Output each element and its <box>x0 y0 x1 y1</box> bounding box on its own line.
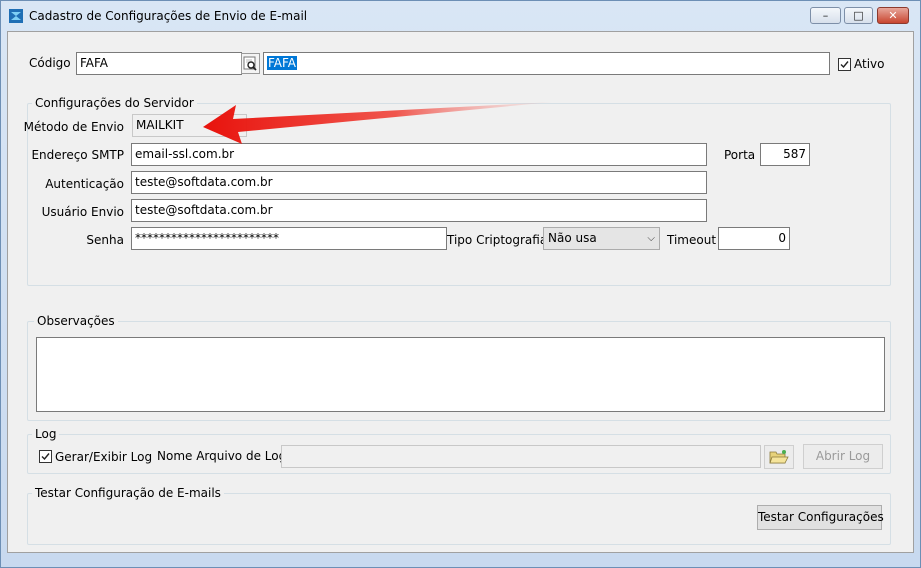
form-client-area: Código FAFA FAFA Ativo Configurações do … <box>7 31 914 553</box>
descricao-input[interactable]: FAFA <box>263 52 830 75</box>
search-codigo-button[interactable] <box>241 53 260 74</box>
magnifier-icon <box>243 56 257 71</box>
servidor-group-title: Configurações do Servidor <box>32 96 197 110</box>
timeout-input[interactable]: 0 <box>718 227 790 250</box>
observacoes-textarea[interactable] <box>36 337 885 412</box>
browse-log-button[interactable] <box>764 445 794 469</box>
usuario-envio-label: Usuário Envio <box>41 205 124 219</box>
codigo-input[interactable]: FAFA <box>76 52 242 75</box>
gerar-log-label: Gerar/Exibir Log <box>55 450 153 464</box>
email-config-window: Cadastro de Configurações de Envio de E-… <box>0 0 921 568</box>
testar-configuracoes-button[interactable]: Testar Configurações <box>757 505 884 530</box>
senha-label: Senha <box>86 233 124 247</box>
usuario-envio-input[interactable]: teste@softdata.com.br <box>131 199 707 222</box>
criptografia-select[interactable]: Não usa ⌵ <box>543 227 660 250</box>
arquivo-log-input[interactable] <box>281 445 761 468</box>
minimize-icon: – <box>822 9 829 22</box>
app-logo-icon <box>9 9 23 23</box>
porta-label: Porta <box>724 148 756 162</box>
ativo-label: Ativo <box>854 57 885 71</box>
close-icon: ✕ <box>888 9 898 22</box>
criptografia-value: Não usa <box>548 231 597 245</box>
folder-open-icon <box>769 450 789 464</box>
gerar-log-checkbox[interactable] <box>39 450 52 463</box>
maximize-button[interactable]: □ <box>844 7 873 24</box>
timeout-label: Timeout <box>667 233 717 247</box>
maximize-icon: □ <box>853 9 864 22</box>
smtp-input[interactable]: email-ssl.com.br <box>131 143 707 166</box>
close-button[interactable]: ✕ <box>877 7 909 24</box>
arquivo-log-label: Nome Arquivo de Log <box>157 449 287 463</box>
autenticacao-label: Autenticação <box>45 177 124 191</box>
teste-group-title: Testar Configuração de E-mails <box>32 486 224 500</box>
title-bar[interactable]: Cadastro de Configurações de Envio de E-… <box>1 1 920 31</box>
autenticacao-input[interactable]: teste@softdata.com.br <box>131 171 707 194</box>
observacoes-group-title: Observações <box>34 314 118 328</box>
log-group-title: Log <box>32 427 60 441</box>
metodo-label: Método de Envio <box>23 120 124 134</box>
porta-input[interactable]: 587 <box>760 143 810 166</box>
checkmark-icon <box>840 61 849 69</box>
window-title: Cadastro de Configurações de Envio de E-… <box>29 9 308 23</box>
abrir-log-button[interactable]: Abrir Log <box>803 444 883 469</box>
chevron-down-icon: ⌵ <box>647 233 655 244</box>
checkmark-icon <box>41 453 50 461</box>
ativo-checkbox[interactable] <box>838 58 851 71</box>
minimize-button[interactable]: – <box>810 7 841 24</box>
senha-input[interactable]: ************************ <box>131 227 447 250</box>
red-arrow-annotation <box>203 102 553 144</box>
codigo-label: Código <box>29 56 71 70</box>
smtp-label: Endereço SMTP <box>31 148 124 162</box>
criptografia-label: Tipo Criptografia <box>447 233 548 247</box>
descricao-selected-text: FAFA <box>267 56 298 70</box>
